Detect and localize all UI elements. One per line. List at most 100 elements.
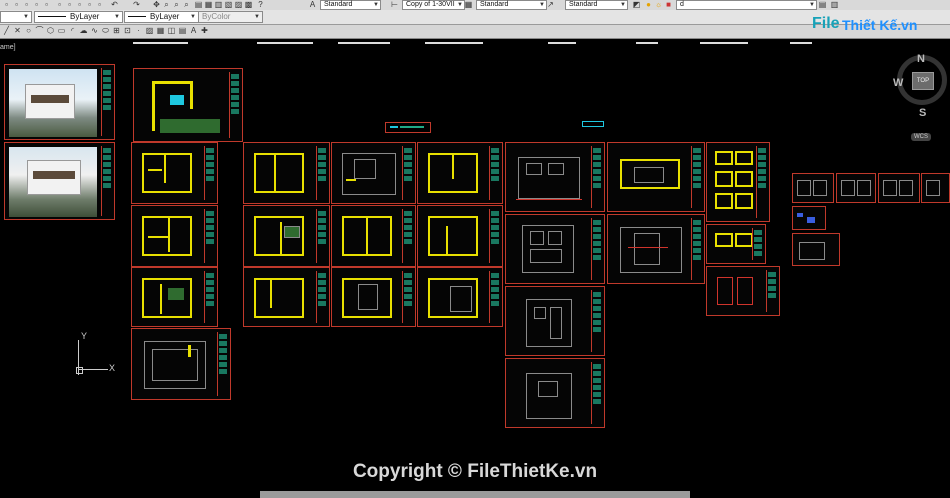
- redo-icon[interactable]: ↷: [132, 1, 141, 9]
- save-icon[interactable]: ▫: [22, 1, 31, 9]
- compass-south[interactable]: S: [919, 107, 926, 119]
- pan-icon[interactable]: ✥: [152, 1, 161, 9]
- plot-icon[interactable]: ▫: [42, 1, 51, 9]
- elevation-sheet[interactable]: [505, 214, 605, 284]
- multileader-style-icon[interactable]: ↗: [546, 1, 555, 9]
- viewcube-face[interactable]: TOP: [912, 72, 934, 90]
- detail-sheet[interactable]: [921, 173, 950, 203]
- detail-sheet[interactable]: [706, 142, 770, 222]
- linetype-control[interactable]: ByLayer ▼: [34, 11, 123, 23]
- zoom-realtime-icon[interactable]: ⌕: [162, 1, 171, 9]
- region-icon[interactable]: ◫: [167, 26, 176, 35]
- polyline-icon[interactable]: ⌒: [35, 26, 44, 35]
- detail-sheet[interactable]: [836, 173, 876, 203]
- polygon-icon[interactable]: ⬡: [46, 26, 55, 35]
- viewcube[interactable]: N W S TOP WCS: [893, 53, 949, 141]
- table-icon[interactable]: ▤: [178, 26, 187, 35]
- circle-icon[interactable]: ○: [24, 26, 33, 35]
- floor-plan-sheet[interactable]: [131, 267, 218, 327]
- floor-plan-sheet[interactable]: [417, 142, 503, 204]
- detail-sheet[interactable]: [792, 206, 826, 230]
- render-sheet[interactable]: [4, 142, 115, 220]
- layer-props-icon[interactable]: ◩: [632, 1, 641, 9]
- command-line[interactable]: [260, 491, 690, 498]
- multileader-style-select[interactable]: Standard ▼: [565, 0, 628, 10]
- text-style-select[interactable]: Standard ▼: [320, 0, 381, 10]
- floor-plan-sheet[interactable]: [243, 267, 330, 327]
- floor-plan-sheet[interactable]: [243, 142, 330, 204]
- section-sheet[interactable]: [607, 214, 705, 284]
- table-style-select[interactable]: Standard ▼: [476, 0, 547, 10]
- floor-plan-sheet[interactable]: [331, 142, 416, 204]
- layer-select[interactable]: d ▼: [676, 0, 817, 10]
- bulb-icon[interactable]: ●: [644, 1, 653, 9]
- open-icon[interactable]: ▫: [12, 1, 21, 9]
- insert-block-icon[interactable]: ⊞: [112, 26, 121, 35]
- floor-plan-sheet[interactable]: [331, 267, 416, 327]
- layer-iso-icon[interactable]: ▥: [830, 1, 839, 9]
- mtext-icon[interactable]: A: [189, 26, 198, 35]
- sheetset-icon[interactable]: ▧: [224, 1, 233, 9]
- compass-north[interactable]: N: [917, 53, 925, 65]
- point-icon[interactable]: ·: [134, 26, 143, 35]
- zoom-window-icon[interactable]: ⌕: [172, 1, 181, 9]
- floor-plan-sheet[interactable]: [243, 205, 330, 267]
- lineweight-control[interactable]: ByLayer ▼: [124, 11, 199, 23]
- rectangle-icon[interactable]: ▭: [57, 26, 66, 35]
- lock-icon[interactable]: ■: [664, 1, 673, 9]
- dim-style-icon[interactable]: ⊢: [390, 1, 399, 9]
- table-style-icon[interactable]: ▦: [464, 1, 473, 9]
- elevation-sheet[interactable]: [505, 142, 605, 212]
- line-icon[interactable]: ╱: [2, 26, 11, 35]
- hatch-icon[interactable]: ▨: [145, 26, 154, 35]
- dim-style-select[interactable]: Copy of 1-30VII ▼: [402, 0, 465, 10]
- brush-icon[interactable]: ▫: [95, 1, 104, 9]
- spline-icon[interactable]: ∿: [90, 26, 99, 35]
- xline-icon[interactable]: ✕: [13, 26, 22, 35]
- detail-sheet[interactable]: [792, 233, 840, 266]
- sun-icon[interactable]: ☼: [654, 1, 663, 9]
- render-sheet[interactable]: [4, 64, 115, 140]
- detail-sheet[interactable]: [706, 224, 766, 264]
- toolpalette-icon[interactable]: ▥: [214, 1, 223, 9]
- section-sheet[interactable]: [607, 142, 705, 212]
- floor-plan-sheet[interactable]: [331, 205, 416, 267]
- drawing-index-box[interactable]: [385, 122, 431, 133]
- elevation-sheet[interactable]: [505, 286, 605, 356]
- detail-sheet[interactable]: [878, 173, 920, 203]
- compass-west[interactable]: W: [893, 77, 903, 89]
- floor-plan-sheet[interactable]: [417, 267, 503, 327]
- floor-plan-sheet[interactable]: [131, 142, 218, 204]
- site-plan-sheet[interactable]: [133, 68, 243, 142]
- floor-plan-sheet[interactable]: [131, 205, 218, 267]
- markup-icon[interactable]: ▨: [234, 1, 243, 9]
- revcloud-icon[interactable]: ☁: [79, 26, 88, 35]
- gradient-icon[interactable]: ▦: [156, 26, 165, 35]
- text-style-icon[interactable]: A: [308, 1, 317, 9]
- stair-detail-sheet[interactable]: [706, 266, 780, 316]
- detail-sheet[interactable]: [792, 173, 834, 203]
- elevation-sheet[interactable]: [505, 358, 605, 428]
- match-icon[interactable]: ▫: [85, 1, 94, 9]
- add-selected-icon[interactable]: ✚: [200, 26, 209, 35]
- designcenter-icon[interactable]: ▦: [204, 1, 213, 9]
- saveas-icon[interactable]: ▫: [32, 1, 41, 9]
- roof-plan-sheet[interactable]: [131, 328, 231, 400]
- layer-prev-icon[interactable]: ▤: [818, 1, 827, 9]
- plotstyle-control[interactable]: ByColor ▼: [198, 11, 263, 23]
- zoom-previous-icon[interactable]: ⌕: [182, 1, 191, 9]
- copy-icon[interactable]: ▫: [65, 1, 74, 9]
- ellipse-icon[interactable]: ⬭: [101, 26, 110, 35]
- wcs-menu[interactable]: WCS: [911, 133, 931, 141]
- color-control[interactable]: ▼: [0, 11, 32, 23]
- new-icon[interactable]: ▫: [2, 1, 11, 9]
- properties-icon[interactable]: ▤: [194, 1, 203, 9]
- viewport-label[interactable]: ame]: [0, 44, 16, 51]
- help-icon[interactable]: ?: [256, 1, 265, 9]
- undo-icon[interactable]: ↶: [110, 1, 119, 9]
- cut-icon[interactable]: ▫: [55, 1, 64, 9]
- paste-icon[interactable]: ▫: [75, 1, 84, 9]
- floor-plan-sheet[interactable]: [417, 205, 503, 267]
- arc-icon[interactable]: ◜: [68, 26, 77, 35]
- make-block-icon[interactable]: ⊡: [123, 26, 132, 35]
